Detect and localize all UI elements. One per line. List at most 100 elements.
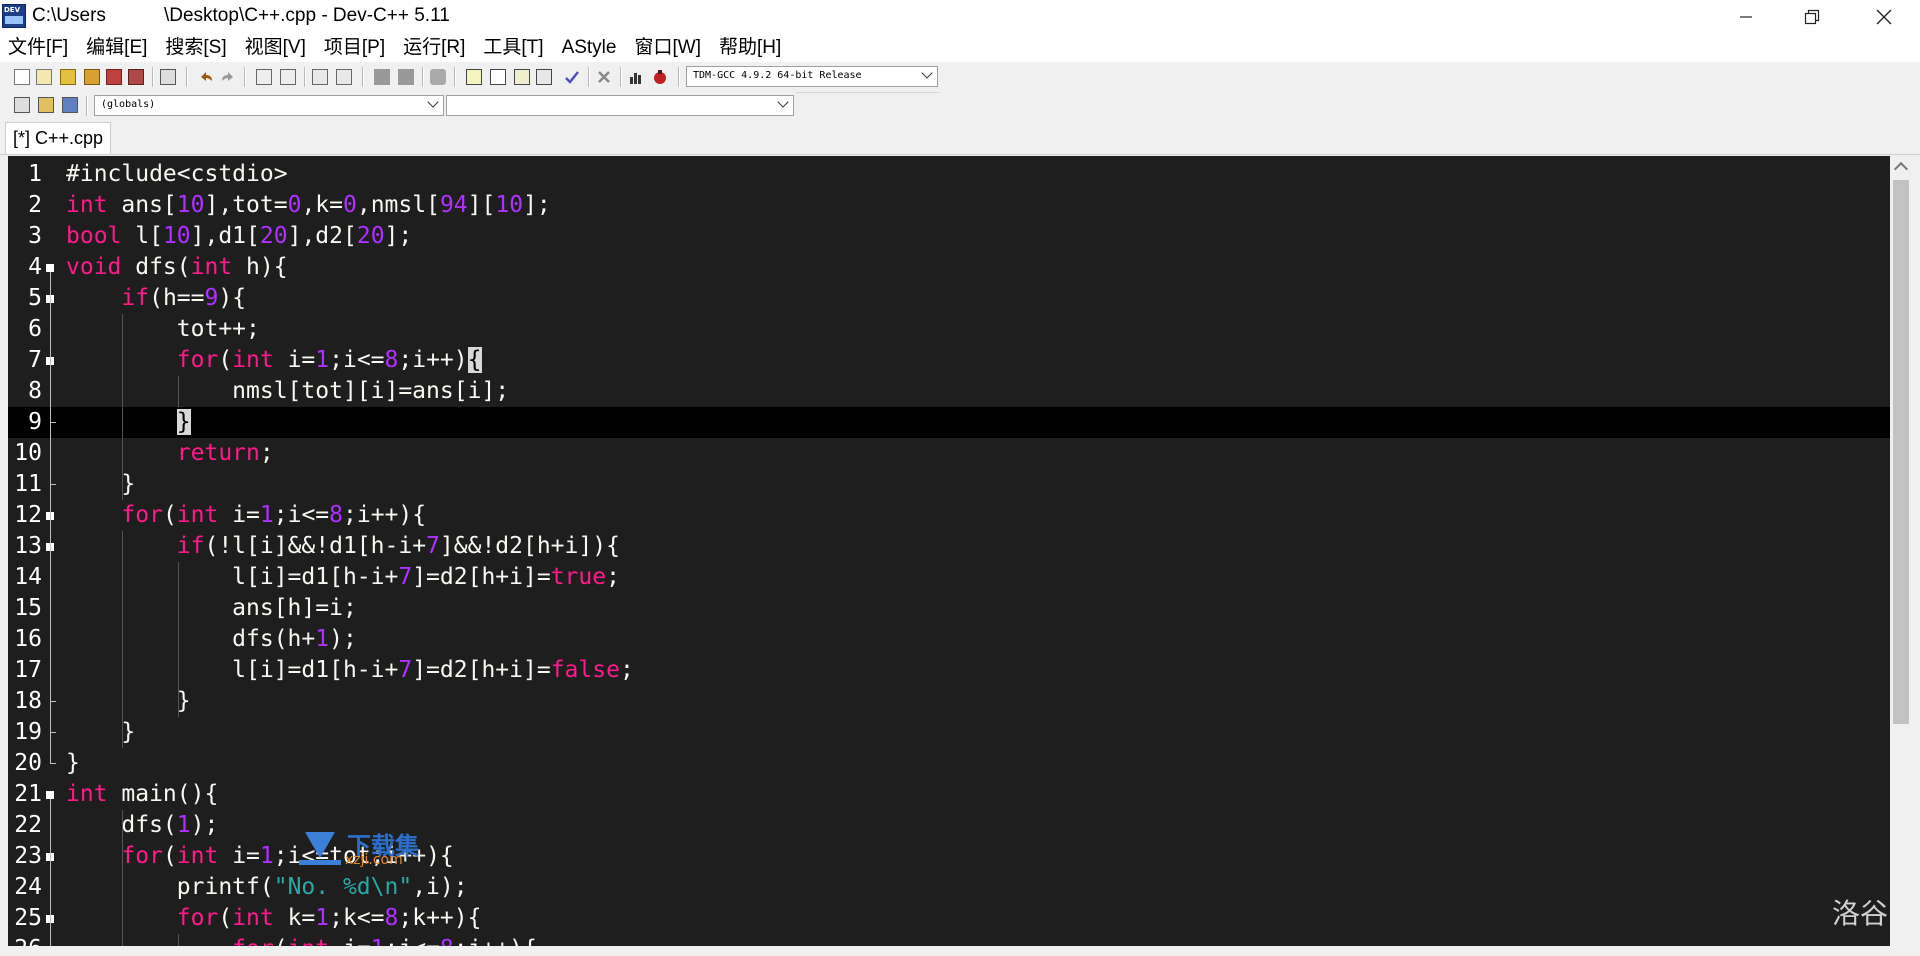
find-icon[interactable] (256, 69, 272, 85)
menu-window[interactable]: 窗口[W] (626, 34, 711, 62)
print-icon[interactable] (160, 69, 176, 85)
code-line[interactable]: 7 for(int i=1;i<=8;i++){ (8, 345, 1890, 376)
toggle-comment-icon[interactable] (430, 69, 446, 85)
line-number: 20 (14, 750, 42, 776)
title-bar: DEV C:\Users \Desktop\C++.cpp - Dev-C++ … (0, 0, 1920, 34)
profile-icon[interactable] (628, 69, 644, 85)
line-number: 12 (14, 502, 42, 528)
download-arrow-icon (299, 832, 341, 865)
code-line[interactable]: 3 bool l[10],d1[20],d2[20]; (8, 221, 1890, 252)
redo-icon[interactable] (220, 69, 236, 85)
line-number: 26 (8, 934, 42, 946)
code-text: } (176, 409, 191, 435)
goto-line-icon[interactable] (312, 69, 328, 85)
unindent-icon[interactable] (398, 69, 414, 85)
code-line[interactable]: 11 } (8, 469, 1890, 500)
menu-astyle[interactable]: AStyle (554, 34, 627, 62)
vertical-scrollbar[interactable] (1890, 156, 1912, 946)
line-number: 4 (28, 254, 42, 280)
menu-project[interactable]: 项目[P] (316, 34, 395, 62)
code-line[interactable]: 8 nmsl[tot][i]=ans[i]; (8, 376, 1890, 407)
code-line[interactable]: 6 tot++; (8, 314, 1890, 345)
line-number: 23 (14, 843, 42, 869)
devcpp-app-icon[interactable]: DEV (2, 4, 26, 28)
debug-icon[interactable] (652, 69, 668, 85)
check-syntax-icon[interactable] (564, 69, 580, 85)
code-line[interactable]: 19 } (8, 717, 1890, 748)
menu-help[interactable]: 帮助[H] (711, 34, 791, 62)
rebuild-icon[interactable] (536, 69, 552, 85)
code-line[interactable]: 21 int main(){ (8, 779, 1890, 810)
close-button[interactable] (1854, 0, 1914, 34)
open-file-icon[interactable] (60, 69, 76, 85)
menu-view[interactable]: 视图[V] (237, 34, 316, 62)
restore-button[interactable] (1782, 0, 1842, 34)
goto-bookmark-icon[interactable] (62, 97, 78, 113)
scrollbar-thumb[interactable] (1893, 180, 1909, 724)
line-number: 22 (14, 812, 42, 838)
code-text: if(h==9){ (121, 285, 247, 311)
code-line[interactable]: 26 for(int j=1;j<=8;j++){ (8, 934, 1890, 946)
save-icon[interactable] (84, 69, 100, 85)
indent-guide (122, 531, 123, 748)
compile-icon[interactable] (466, 69, 482, 85)
close-file-icon[interactable] (128, 69, 144, 85)
code-line[interactable]: 15 ans[h]=i; (8, 593, 1890, 624)
code-line[interactable]: 10 return; (8, 438, 1890, 469)
menu-search[interactable]: 搜索[S] (157, 34, 236, 62)
code-line[interactable]: 22 dfs(1); (8, 810, 1890, 841)
save-all-icon[interactable] (106, 69, 122, 85)
tab-cpp-file[interactable]: [*] C++.cpp (5, 122, 111, 154)
code-text: int main(){ (66, 781, 219, 807)
scroll-up-icon[interactable] (1893, 161, 1909, 177)
menu-run[interactable]: 运行[R] (395, 34, 475, 62)
line-number: 25 (14, 905, 42, 931)
stop-execution-icon[interactable] (596, 69, 612, 85)
undo-icon[interactable] (198, 69, 214, 85)
code-line[interactable]: 5 if(h==9){ (8, 283, 1890, 314)
menu-file[interactable]: 文件[F] (0, 34, 78, 62)
menu-edit[interactable]: 编辑[E] (78, 34, 157, 62)
code-editor[interactable]: 1 #include<cstdio> 2 int ans[10],tot=0,k=0,… (8, 156, 1890, 946)
run-icon[interactable] (490, 69, 506, 85)
compiler-select[interactable]: TDM-GCC 4.9.2 64-bit Release (686, 66, 938, 87)
line-number: 18 (14, 688, 42, 714)
line-number: 14 (14, 564, 42, 590)
open-project-icon[interactable] (36, 69, 52, 85)
indent-guide (178, 376, 179, 407)
corner-watermark: 洛谷 (1832, 897, 1889, 930)
code-line[interactable]: 2 int ans[10],tot=0,k=0,nmsl[94][10]; (8, 190, 1890, 221)
code-text: } (66, 750, 80, 776)
minimize-button[interactable] (1716, 0, 1776, 34)
code-line[interactable]: 17 l[i]=d1[h-i+7]=d2[h+i]=false; (8, 655, 1890, 686)
code-line[interactable]: 25 for(int k=1;k<=8;k++){ (8, 903, 1890, 934)
indent-icon[interactable] (374, 69, 390, 85)
line-number: 3 (28, 223, 42, 249)
menu-tools[interactable]: 工具[T] (475, 34, 553, 62)
code-line[interactable]: 4 void dfs(int h){ (8, 252, 1890, 283)
compile-run-icon[interactable] (514, 69, 530, 85)
toggle-bookmark-icon[interactable] (38, 97, 54, 113)
code-line[interactable]: 18 } (8, 686, 1890, 717)
line-number: 9 (28, 409, 42, 435)
scope-select[interactable]: (globals) (94, 95, 444, 116)
line-number: 13 (14, 533, 42, 559)
code-line[interactable]: 1 #include<cstdio> (8, 159, 1890, 190)
code-line[interactable]: 23 for(int i=1;i<=tot;i++){ (8, 841, 1890, 872)
replace-icon[interactable] (280, 69, 296, 85)
code-text: for(int k=1;k<=8;k++){ (176, 905, 482, 931)
fold-toggle-icon[interactable] (46, 791, 54, 799)
code-line[interactable]: 12 for(int i=1;i<=8;i++){ (8, 500, 1890, 531)
code-line[interactable]: 20} (8, 748, 1890, 779)
code-line[interactable]: 14 l[i]=d1[h-i+7]=d2[h+i]=true; (8, 562, 1890, 593)
bookmark-icon[interactable] (336, 69, 352, 85)
fold-toggle-icon[interactable] (46, 264, 54, 272)
code-line[interactable]: 13 if(!l[i]&&!d1[h-i+7]&&!d2[h+i]){ (8, 531, 1890, 562)
code-line[interactable]: 24 printf("No. %d\n",i); (8, 872, 1890, 903)
code-line[interactable]: 9 } (8, 407, 1890, 438)
member-select[interactable] (446, 95, 794, 116)
fold-end-mark (50, 422, 56, 423)
code-line[interactable]: 16 dfs(h+1); (8, 624, 1890, 655)
new-file-icon[interactable] (14, 69, 30, 85)
insert-icon[interactable] (14, 97, 30, 113)
